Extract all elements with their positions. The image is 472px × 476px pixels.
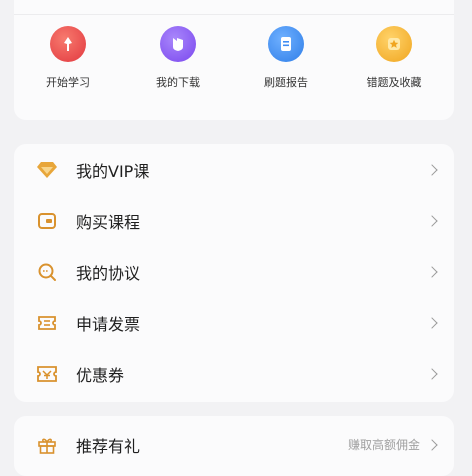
- menu-list: 我的VIP课 购买课程 我的协议 申请发票 优惠券: [14, 144, 454, 402]
- quick-action-label: 我的下载: [156, 76, 200, 89]
- recommend-card: 推荐有礼 赚取高额佣金: [14, 416, 454, 476]
- menu-item-request-invoice[interactable]: 申请发票: [14, 297, 454, 348]
- chevron-right-icon: [426, 367, 438, 380]
- menu-item-label: 我的VIP课: [76, 161, 150, 181]
- quick-action-practice-report[interactable]: 刷题报告: [238, 26, 334, 90]
- invoice-icon: [36, 312, 58, 334]
- commission-note: 赚取高额佣金: [347, 438, 420, 452]
- quick-action-label: 开始学习: [46, 76, 90, 89]
- menu-item-coupons[interactable]: 优惠券: [14, 348, 454, 399]
- gift-icon: [36, 434, 58, 456]
- chevron-right-icon: [426, 438, 438, 451]
- menu-item-label: 优惠券: [76, 365, 125, 385]
- coupon-icon: [36, 363, 58, 385]
- chevron-right-icon: [426, 265, 438, 278]
- diamond-icon: [36, 159, 58, 181]
- chevron-right-icon: [426, 214, 438, 227]
- chevron-right-icon: [426, 316, 438, 329]
- quick-action-label: 错题及收藏: [366, 76, 422, 89]
- menu-item-label: 购买课程: [76, 212, 141, 232]
- menu-item-label: 推荐有礼: [76, 436, 141, 456]
- quick-action-label: 刷题报告: [264, 76, 308, 89]
- menu-item-vip-courses[interactable]: 我的VIP课: [14, 144, 454, 195]
- quick-action-wrong-and-favorites[interactable]: 错题及收藏: [346, 26, 442, 90]
- star-icon: [376, 26, 412, 62]
- quick-action-start-learning[interactable]: 开始学习: [20, 26, 116, 90]
- menu-item-label: 我的协议: [76, 263, 141, 283]
- quick-actions-card: 开始学习 我的下载 刷题报告 错题及收藏: [14, 0, 454, 120]
- quick-action-my-downloads[interactable]: 我的下载: [130, 26, 226, 90]
- chevron-right-icon: [426, 163, 438, 176]
- divider: [14, 14, 454, 15]
- download-icon: [160, 26, 196, 62]
- menu-item-label: 申请发票: [76, 314, 141, 334]
- agreement-icon: [36, 261, 58, 283]
- menu-item-buy-courses[interactable]: 购买课程: [14, 195, 454, 246]
- menu-item-recommend[interactable]: 推荐有礼 赚取高额佣金: [14, 419, 454, 470]
- menu-item-my-agreements[interactable]: 我的协议: [14, 246, 454, 297]
- pen-icon: [50, 26, 86, 62]
- wallet-icon: [36, 210, 58, 232]
- report-icon: [268, 26, 304, 62]
